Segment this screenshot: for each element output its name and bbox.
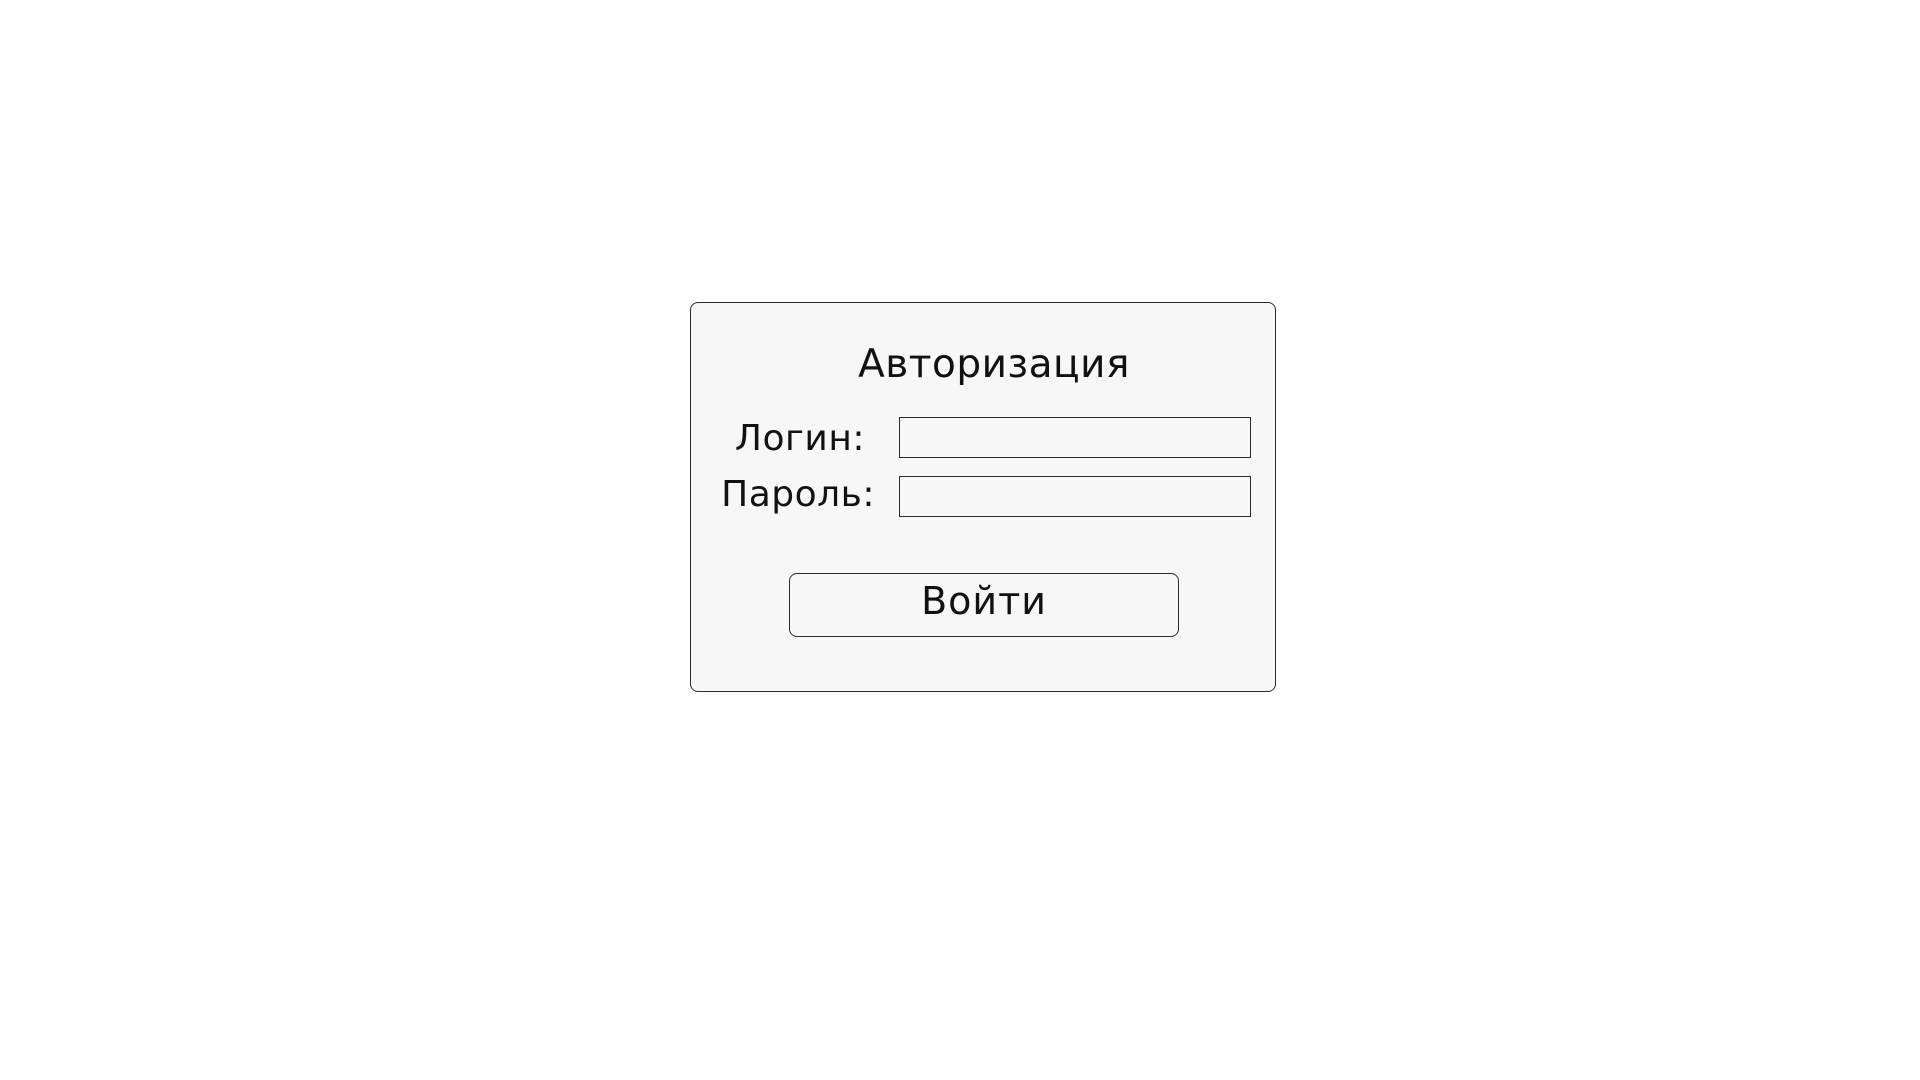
form-title: Авторизация (858, 342, 1130, 387)
login-input[interactable] (899, 417, 1251, 458)
password-input[interactable] (899, 476, 1251, 517)
password-label: Пароль: (721, 474, 875, 515)
login-button[interactable]: Войти (789, 573, 1179, 637)
login-label: Логин: (734, 418, 865, 459)
login-panel: Авторизация Логин: Пароль: Войти (690, 302, 1276, 692)
